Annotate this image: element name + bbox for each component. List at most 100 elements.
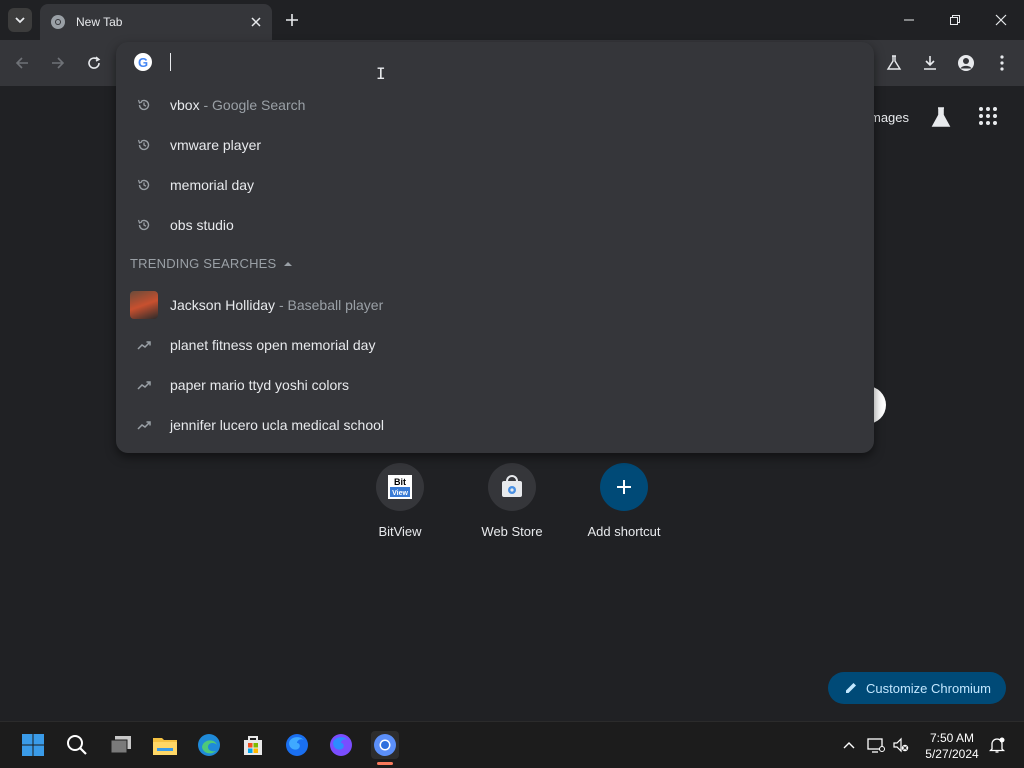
suggestion-history-obs-studio[interactable]: obs studio	[116, 205, 874, 245]
suggestion-history-vbox[interactable]: vbox - Google Search	[116, 85, 874, 125]
apps-grid-icon	[979, 107, 997, 125]
history-icon	[136, 97, 152, 113]
clock-date: 5/27/2024	[925, 747, 979, 761]
restore-button[interactable]	[932, 0, 978, 40]
webstore-icon	[502, 475, 522, 497]
chevron-down-icon	[15, 17, 25, 24]
file-explorer-icon	[153, 738, 177, 755]
tab-title: New Tab	[76, 15, 123, 29]
chromium-taskbar-button[interactable]	[371, 731, 399, 759]
reload-button[interactable]	[82, 51, 106, 75]
trending-icon	[136, 417, 152, 433]
bitview-icon: Bit View	[388, 475, 412, 499]
trending-searches-header[interactable]: TRENDING SEARCHES	[130, 256, 293, 271]
chromium-icon	[374, 734, 396, 756]
text-caret	[170, 53, 171, 71]
images-link[interactable]: mages	[870, 110, 909, 125]
notifications-button[interactable]	[988, 736, 1006, 754]
suggestion-text: jennifer lucero ucla medical school	[170, 417, 384, 433]
profile-icon	[958, 55, 974, 71]
back-button[interactable]	[10, 51, 34, 75]
microsoft-store-button[interactable]	[239, 731, 267, 759]
customize-chromium-button[interactable]: Customize Chromium	[828, 672, 1006, 704]
suggestion-text: vmware player	[170, 137, 262, 153]
show-hidden-icons-button[interactable]	[840, 736, 858, 754]
suggestion-text: paper mario ttyd yoshi colors	[170, 377, 349, 393]
plus-icon	[617, 480, 631, 494]
tab-new-tab[interactable]: New Tab	[40, 4, 272, 40]
add-shortcut-button[interactable]: Add shortcut	[574, 463, 674, 539]
pencil-icon	[846, 683, 856, 693]
forward-button[interactable]	[46, 51, 70, 75]
suggestion-text: Jackson Holliday	[170, 297, 276, 313]
notification-bell-icon	[988, 737, 1006, 753]
shortcut-label: Web Store	[481, 524, 543, 539]
history-icon	[136, 137, 152, 153]
omnibox-dropdown: G I vbox - Google Search vmware player m…	[116, 42, 874, 453]
svg-text:View: View	[392, 490, 408, 497]
tab-search-button[interactable]	[8, 8, 32, 32]
windows-taskbar: 7:50 AM 5/27/2024	[0, 721, 1024, 768]
trending-icon	[136, 337, 152, 353]
shortcut-bitview[interactable]: Bit View Bit View	[350, 463, 450, 539]
trending-header-label: TRENDING SEARCHES	[130, 256, 277, 271]
restore-icon	[950, 15, 960, 25]
task-view-icon	[110, 736, 131, 754]
firefox-developer-button[interactable]	[327, 731, 355, 759]
firefox-icon	[286, 734, 308, 756]
suggestion-trending-jackson-holliday[interactable]: Jackson Holliday - Baseball player	[116, 285, 874, 325]
new-tab-button[interactable]	[282, 10, 302, 30]
volume-button[interactable]	[892, 736, 910, 754]
taskbar-search-button[interactable]	[63, 731, 91, 759]
google-logo-icon: G	[134, 53, 152, 71]
chevron-up-icon	[843, 742, 855, 749]
shortcut-icon-container: Bit View	[376, 463, 424, 511]
task-view-button[interactable]	[107, 731, 135, 759]
edge-icon	[198, 734, 220, 756]
network-status-button[interactable]	[867, 736, 885, 754]
google-apps-button[interactable]	[978, 106, 1002, 130]
forward-arrow-icon	[52, 57, 65, 69]
chromium-favicon-icon	[51, 15, 65, 29]
windows-start-icon	[22, 734, 44, 756]
customize-label: Customize Chromium	[866, 680, 991, 696]
history-icon	[136, 177, 152, 193]
suggestion-history-vmware[interactable]: vmware player	[116, 125, 874, 165]
suggestion-trending-paper-mario[interactable]: paper mario ttyd yoshi colors	[116, 365, 874, 405]
suggestion-history-memorial-day[interactable]: memorial day	[116, 165, 874, 205]
system-clock[interactable]: 7:50 AM 5/27/2024	[920, 730, 984, 762]
edge-button[interactable]	[195, 731, 223, 759]
close-window-button[interactable]	[978, 0, 1024, 40]
suggestion-subtext: - Baseball player	[275, 297, 384, 313]
trending-icon	[136, 377, 152, 393]
svg-text:Bit: Bit	[394, 477, 406, 487]
chevron-up-icon	[284, 261, 293, 266]
firefox-button[interactable]	[283, 731, 311, 759]
download-icon	[924, 56, 936, 70]
omnibox-input[interactable]: G I	[116, 42, 874, 83]
file-explorer-button[interactable]	[151, 731, 179, 759]
history-icon	[136, 217, 152, 233]
close-icon	[995, 14, 1007, 26]
store-icon	[244, 736, 262, 755]
shortcut-icon-container	[488, 463, 536, 511]
ibeam-cursor-icon: I	[376, 64, 386, 83]
downloads-button[interactable]	[918, 51, 942, 75]
suggestion-text: obs studio	[170, 217, 234, 233]
minimize-button[interactable]	[886, 0, 932, 40]
title-bar: New Tab	[0, 0, 1024, 40]
suggestion-trending-planet-fitness[interactable]: planet fitness open memorial day	[116, 325, 874, 365]
labs-link[interactable]	[930, 106, 954, 130]
labs-button[interactable]	[882, 51, 906, 75]
tab-close-button[interactable]	[246, 12, 266, 32]
menu-button[interactable]	[990, 51, 1014, 75]
close-icon	[251, 17, 261, 27]
suggestion-trending-jennifer-lucero[interactable]: jennifer lucero ucla medical school	[116, 405, 874, 445]
firefox-dev-icon	[330, 734, 352, 756]
shortcut-label: Add shortcut	[587, 524, 661, 539]
reload-icon	[88, 56, 101, 69]
profile-button[interactable]	[954, 51, 978, 75]
volume-muted-icon	[893, 737, 909, 753]
shortcut-web-store[interactable]: Web Store	[462, 463, 562, 539]
windows-start-button[interactable]	[19, 731, 47, 759]
